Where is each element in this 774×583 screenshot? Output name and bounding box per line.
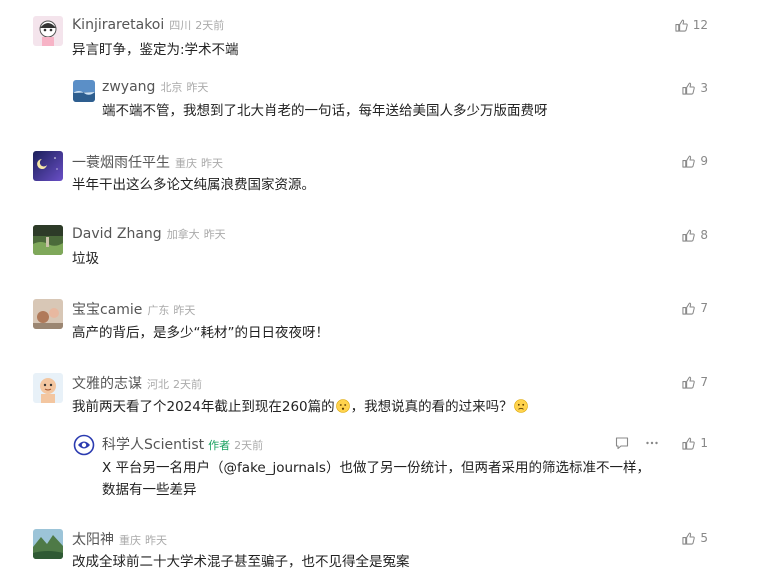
thumbs-up-icon: [682, 376, 696, 389]
comment-text: 异言盯争，鉴定为:学术不端: [72, 42, 239, 58]
comment-meta: 一蓑烟雨任平生 重庆 昨天: [72, 152, 223, 172]
like-button[interactable]: 9: [682, 153, 708, 169]
like-count: 9: [700, 154, 708, 168]
location: 广东: [147, 304, 170, 317]
location: 重庆: [175, 157, 197, 170]
like-count: 7: [700, 301, 708, 315]
comment-meta: 宝宝camie 广东 昨天: [72, 299, 196, 319]
thumbs-up-icon: [682, 532, 696, 545]
username[interactable]: 文雅的志谋: [72, 373, 142, 393]
avatar[interactable]: [73, 80, 95, 102]
timestamp: 昨天: [186, 81, 209, 94]
avatar[interactable]: [33, 151, 63, 181]
timestamp: 2天前: [173, 378, 202, 391]
comment-text: 高产的背后，是多少“耗材”的日日夜夜呀！: [72, 325, 329, 341]
comment-text: 改成全球前二十大学术混子甚至骗子，也不见得全是冤案: [72, 554, 410, 570]
frowning-face-emoji-icon: [513, 398, 528, 413]
username[interactable]: 科学人Scientist: [102, 434, 204, 454]
avatar[interactable]: [33, 16, 63, 46]
thumbs-up-icon: [682, 437, 696, 450]
avatar[interactable]: [33, 225, 63, 255]
comment-text: 我前两天看了个2024年截止到现在260篇的 ，我想说真的看的过来吗？: [72, 396, 529, 418]
timestamp: 昨天: [145, 534, 167, 547]
username[interactable]: 太阳神: [72, 529, 114, 549]
author-badge: 作者: [208, 439, 231, 452]
comment-icon[interactable]: [614, 435, 630, 451]
comment-text-part: ，我想说真的看的过来吗？: [350, 399, 513, 415]
like-count: 8: [700, 228, 708, 242]
location: 重庆: [119, 534, 141, 547]
avatar[interactable]: [33, 299, 63, 329]
location: 河北: [147, 378, 169, 391]
like-button[interactable]: 12: [675, 17, 708, 33]
timestamp: 2天前: [234, 439, 264, 452]
username[interactable]: 一蓑烟雨任平生: [72, 152, 170, 172]
like-button[interactable]: 3: [682, 80, 708, 96]
like-button[interactable]: 1: [682, 435, 708, 451]
comment-meta: zwyang 北京 昨天: [102, 79, 208, 97]
thumbs-up-icon: [682, 155, 696, 168]
timestamp: 昨天: [203, 228, 226, 241]
thumbs-up-icon: [675, 19, 688, 32]
comment-text: 端不端不管，我想到了北大肖老的一句话，每年送给美国人多少万版面费呀: [102, 103, 548, 119]
timestamp: 昨天: [173, 304, 196, 317]
location: 北京: [160, 81, 183, 94]
dizzy-face-emoji-icon: [335, 398, 350, 413]
thumbs-up-icon: [682, 229, 696, 242]
comment-text: 数据有一些差异: [102, 482, 197, 498]
like-button[interactable]: 5: [682, 530, 708, 546]
more-dots-icon[interactable]: [644, 435, 660, 451]
like-count: 12: [692, 18, 708, 32]
like-count: 1: [700, 436, 708, 450]
comment-text: 半年干出这么多论文纯属浪费国家资源。: [72, 177, 315, 193]
avatar[interactable]: [33, 373, 63, 403]
comment-text: 垃圾: [72, 251, 99, 267]
comment-meta: Kinjiraretakoi 四川 2天前: [72, 17, 224, 35]
like-count: 7: [700, 375, 708, 389]
comment-meta: 科学人Scientist 作者 2天前: [102, 434, 264, 454]
like-button[interactable]: 7: [682, 300, 708, 316]
timestamp: 昨天: [201, 157, 223, 170]
like-button[interactable]: 7: [682, 374, 708, 390]
thumbs-up-icon: [682, 82, 696, 95]
location: 四川: [169, 19, 192, 32]
comment-actions: [614, 435, 674, 451]
comment-text: X 平台另一名用户（@fake_journals）也做了另一份统计，但两者采用的…: [102, 460, 650, 476]
avatar[interactable]: [73, 434, 95, 456]
comment-meta: David Zhang 加拿大 昨天: [72, 226, 226, 244]
timestamp: 2天前: [195, 19, 225, 32]
like-count: 3: [700, 81, 708, 95]
like-button[interactable]: 8: [682, 227, 708, 243]
username[interactable]: 宝宝camie: [72, 299, 142, 319]
comment-text-part: 我前两天看了个2024年截止到现在260篇的: [72, 399, 335, 415]
like-count: 5: [700, 531, 708, 545]
username[interactable]: David Zhang: [72, 226, 162, 242]
username[interactable]: Kinjiraretakoi: [72, 17, 164, 33]
location: 加拿大: [166, 228, 200, 241]
avatar[interactable]: [33, 529, 63, 559]
thumbs-up-icon: [682, 302, 696, 315]
comment-meta: 太阳神 重庆 昨天: [72, 529, 167, 549]
comment-meta: 文雅的志谋 河北 2天前: [72, 373, 202, 393]
username[interactable]: zwyang: [102, 79, 155, 95]
